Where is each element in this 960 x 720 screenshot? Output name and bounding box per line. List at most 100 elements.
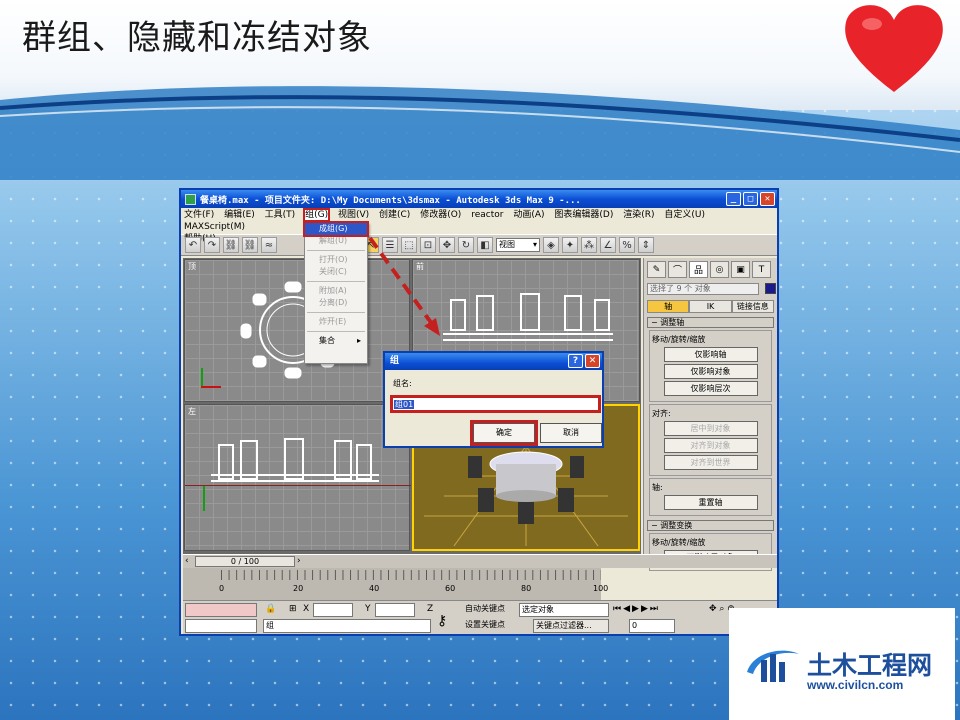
help-icon[interactable]: ? xyxy=(568,354,583,368)
menu-item-close[interactable]: 关闭(C) xyxy=(305,266,367,278)
menu-edit[interactable]: 编辑(E) xyxy=(224,210,255,220)
modify-tab-icon[interactable]: ⌒ xyxy=(668,261,687,278)
align-to-world-button[interactable]: 对齐到世界 xyxy=(663,455,758,470)
chevron-left-icon[interactable]: ‹ xyxy=(185,556,189,566)
snap-toggle-icon[interactable]: ⁂ xyxy=(581,237,597,253)
menu-item-detach[interactable]: 分离(D) xyxy=(305,297,367,309)
region-select-icon[interactable]: ⬚ xyxy=(401,237,417,253)
menu-item-open[interactable]: 打开(O) xyxy=(305,254,367,266)
track-bar[interactable]: 0 20 40 60 80 100 xyxy=(183,568,608,600)
menu-group[interactable]: 组(G) xyxy=(303,208,331,222)
viewport-left[interactable]: 左 xyxy=(184,404,411,551)
lock-icon[interactable]: 🔒 xyxy=(265,604,276,614)
unlink-icon[interactable]: ⛓ xyxy=(242,237,258,253)
menu-modifiers[interactable]: 修改器(O) xyxy=(420,210,461,220)
menu-separator xyxy=(307,331,365,332)
undo-icon[interactable]: ↶ xyxy=(185,237,201,253)
menu-reactor[interactable]: reactor xyxy=(471,210,503,220)
viewport-top[interactable]: 顶 xyxy=(184,259,410,402)
select-move-icon[interactable]: ✥ xyxy=(439,237,455,253)
slide-title: 群组、隐藏和冻结对象 xyxy=(22,18,372,58)
maximize-button[interactable]: □ xyxy=(743,192,758,206)
hierarchy-tab-icon[interactable]: 品 xyxy=(689,261,708,278)
select-rotate-icon[interactable]: ↻ xyxy=(458,237,474,253)
x-coordinate-field[interactable] xyxy=(313,603,353,617)
center-to-object-button[interactable]: 居中到对象 xyxy=(663,421,758,436)
menu-animation[interactable]: 动画(A) xyxy=(513,210,544,220)
menu-item-attach[interactable]: 附加(A) xyxy=(305,285,367,297)
close-button[interactable]: ✕ xyxy=(760,192,775,206)
ik-tab[interactable]: IK xyxy=(689,300,732,313)
menu-create[interactable]: 创建(C) xyxy=(379,210,410,220)
window-titlebar[interactable]: 餐桌椅.max - 项目文件夹: D:\My Documents\3dsmax … xyxy=(181,190,777,208)
spinner-snap-icon[interactable]: ⇕ xyxy=(638,237,654,253)
maxscript-listener-field[interactable] xyxy=(185,603,257,617)
key-filters-button[interactable]: 关键点过滤器... xyxy=(533,619,609,633)
menu-views[interactable]: 视图(V) xyxy=(338,210,369,220)
reference-coordinate-select[interactable]: 视图 ▾ xyxy=(496,238,540,252)
dialog-title[interactable]: 组 ? ✕ xyxy=(385,353,602,370)
playback-controls[interactable]: ⏮◀▶▶⏭ xyxy=(613,604,660,614)
redo-icon[interactable]: ↷ xyxy=(204,237,220,253)
menu-customize[interactable]: 自定义(U) xyxy=(664,210,705,220)
chevron-right-icon[interactable]: › xyxy=(297,556,301,566)
alignment-group: 对齐: 居中到对象 对齐到对象 对齐到世界 xyxy=(649,404,772,476)
create-tab-icon[interactable]: ✎ xyxy=(647,261,666,278)
chevron-right-icon: ▸ xyxy=(356,336,361,345)
adjust-transform-rollout[interactable]: − 调整变换 xyxy=(647,520,774,531)
align-to-object-button[interactable]: 对齐到对象 xyxy=(663,438,758,453)
menu-bar: 文件(F) 编辑(E) 工具(T) 组(G) 视图(V) 创建(C) 修改器(O… xyxy=(181,208,777,244)
main-toolbar: ↶ ↷ ⛓ ⛓ ≈ ↖ ☰ ⬚ ⊡ ✥ ↻ ◧ 视图 ▾ ◈ ✦ ⁂ ∠ % ⇕ xyxy=(181,234,777,256)
menu-file[interactable]: 文件(F) xyxy=(184,210,214,220)
pivot-center-icon[interactable]: ◈ xyxy=(543,237,559,253)
angle-snap-icon[interactable]: ∠ xyxy=(600,237,616,253)
menu-tools[interactable]: 工具(T) xyxy=(265,210,296,220)
y-coordinate-field[interactable] xyxy=(375,603,415,617)
current-frame-field[interactable]: 0 xyxy=(629,619,675,633)
set-key-button[interactable]: 设置关键点 xyxy=(463,619,515,633)
bind-space-warp-icon[interactable]: ≈ xyxy=(261,237,277,253)
menu-item-explode[interactable]: 炸开(E) xyxy=(305,316,367,328)
reset-pivot-button[interactable]: 重置轴 xyxy=(663,495,758,510)
x-label: X xyxy=(303,604,310,614)
adjust-pivot-rollout[interactable]: − 调整轴 xyxy=(647,317,774,328)
menu-graph-editors[interactable]: 图表编辑器(D) xyxy=(554,210,613,220)
percent-snap-icon[interactable]: % xyxy=(619,237,635,253)
object-color-swatch[interactable] xyxy=(764,283,776,294)
affect-object-only-button[interactable]: 仅影响对象 xyxy=(663,364,758,379)
pivot-tab[interactable]: 轴 xyxy=(647,300,690,313)
axis-y-indicator xyxy=(203,485,205,511)
menu-item-ungroup[interactable]: 解组(U) xyxy=(305,235,367,247)
table-top-view-wireframe xyxy=(240,281,346,379)
affect-hierarchy-only-button[interactable]: 仅影响层次 xyxy=(663,381,758,396)
absolute-mode-icon[interactable]: ⊞ xyxy=(289,604,297,614)
z-label: Z xyxy=(427,604,434,614)
group-name-input[interactable]: 组01 xyxy=(390,395,601,413)
display-tab-icon[interactable]: ▣ xyxy=(731,261,750,278)
auto-key-button[interactable]: 自动关键点 xyxy=(463,603,515,617)
menu-item-assembly[interactable]: 集合 ▸ xyxy=(305,335,367,347)
menu-maxscript[interactable]: MAXScript(M) xyxy=(184,222,245,232)
window-crossing-icon[interactable]: ⊡ xyxy=(420,237,436,253)
select-by-name-icon[interactable]: ☰ xyxy=(382,237,398,253)
motion-tab-icon[interactable]: ◎ xyxy=(710,261,729,278)
prompt-line: 组 xyxy=(263,619,431,633)
time-slider[interactable]: 0 / 100 xyxy=(195,556,295,567)
menu-item-group[interactable]: 成组(G) xyxy=(303,221,369,237)
select-scale-icon[interactable]: ◧ xyxy=(477,237,493,253)
maxscript-input-field[interactable] xyxy=(185,619,257,633)
selection-status-field: 选择了 9 个 对象 xyxy=(647,283,759,295)
select-manipulate-icon[interactable]: ✦ xyxy=(562,237,578,253)
cancel-button[interactable]: 取消 xyxy=(540,423,602,443)
ok-button[interactable]: 确定 xyxy=(470,420,538,446)
table-left-view-wireframe xyxy=(211,438,379,482)
close-icon[interactable]: ✕ xyxy=(585,354,600,368)
minimize-button[interactable]: _ xyxy=(726,192,741,206)
link-icon[interactable]: ⛓ xyxy=(223,237,239,253)
utilities-tab-icon[interactable]: T xyxy=(752,261,771,278)
affect-pivot-only-button[interactable]: 仅影响轴 xyxy=(663,347,758,362)
link-info-tab[interactable]: 链接信息 xyxy=(731,300,774,313)
key-icon[interactable]: ⚷ xyxy=(437,613,447,629)
menu-rendering[interactable]: 渲染(R) xyxy=(623,210,654,220)
selected-objects-select[interactable]: 选定对象 xyxy=(519,603,609,617)
